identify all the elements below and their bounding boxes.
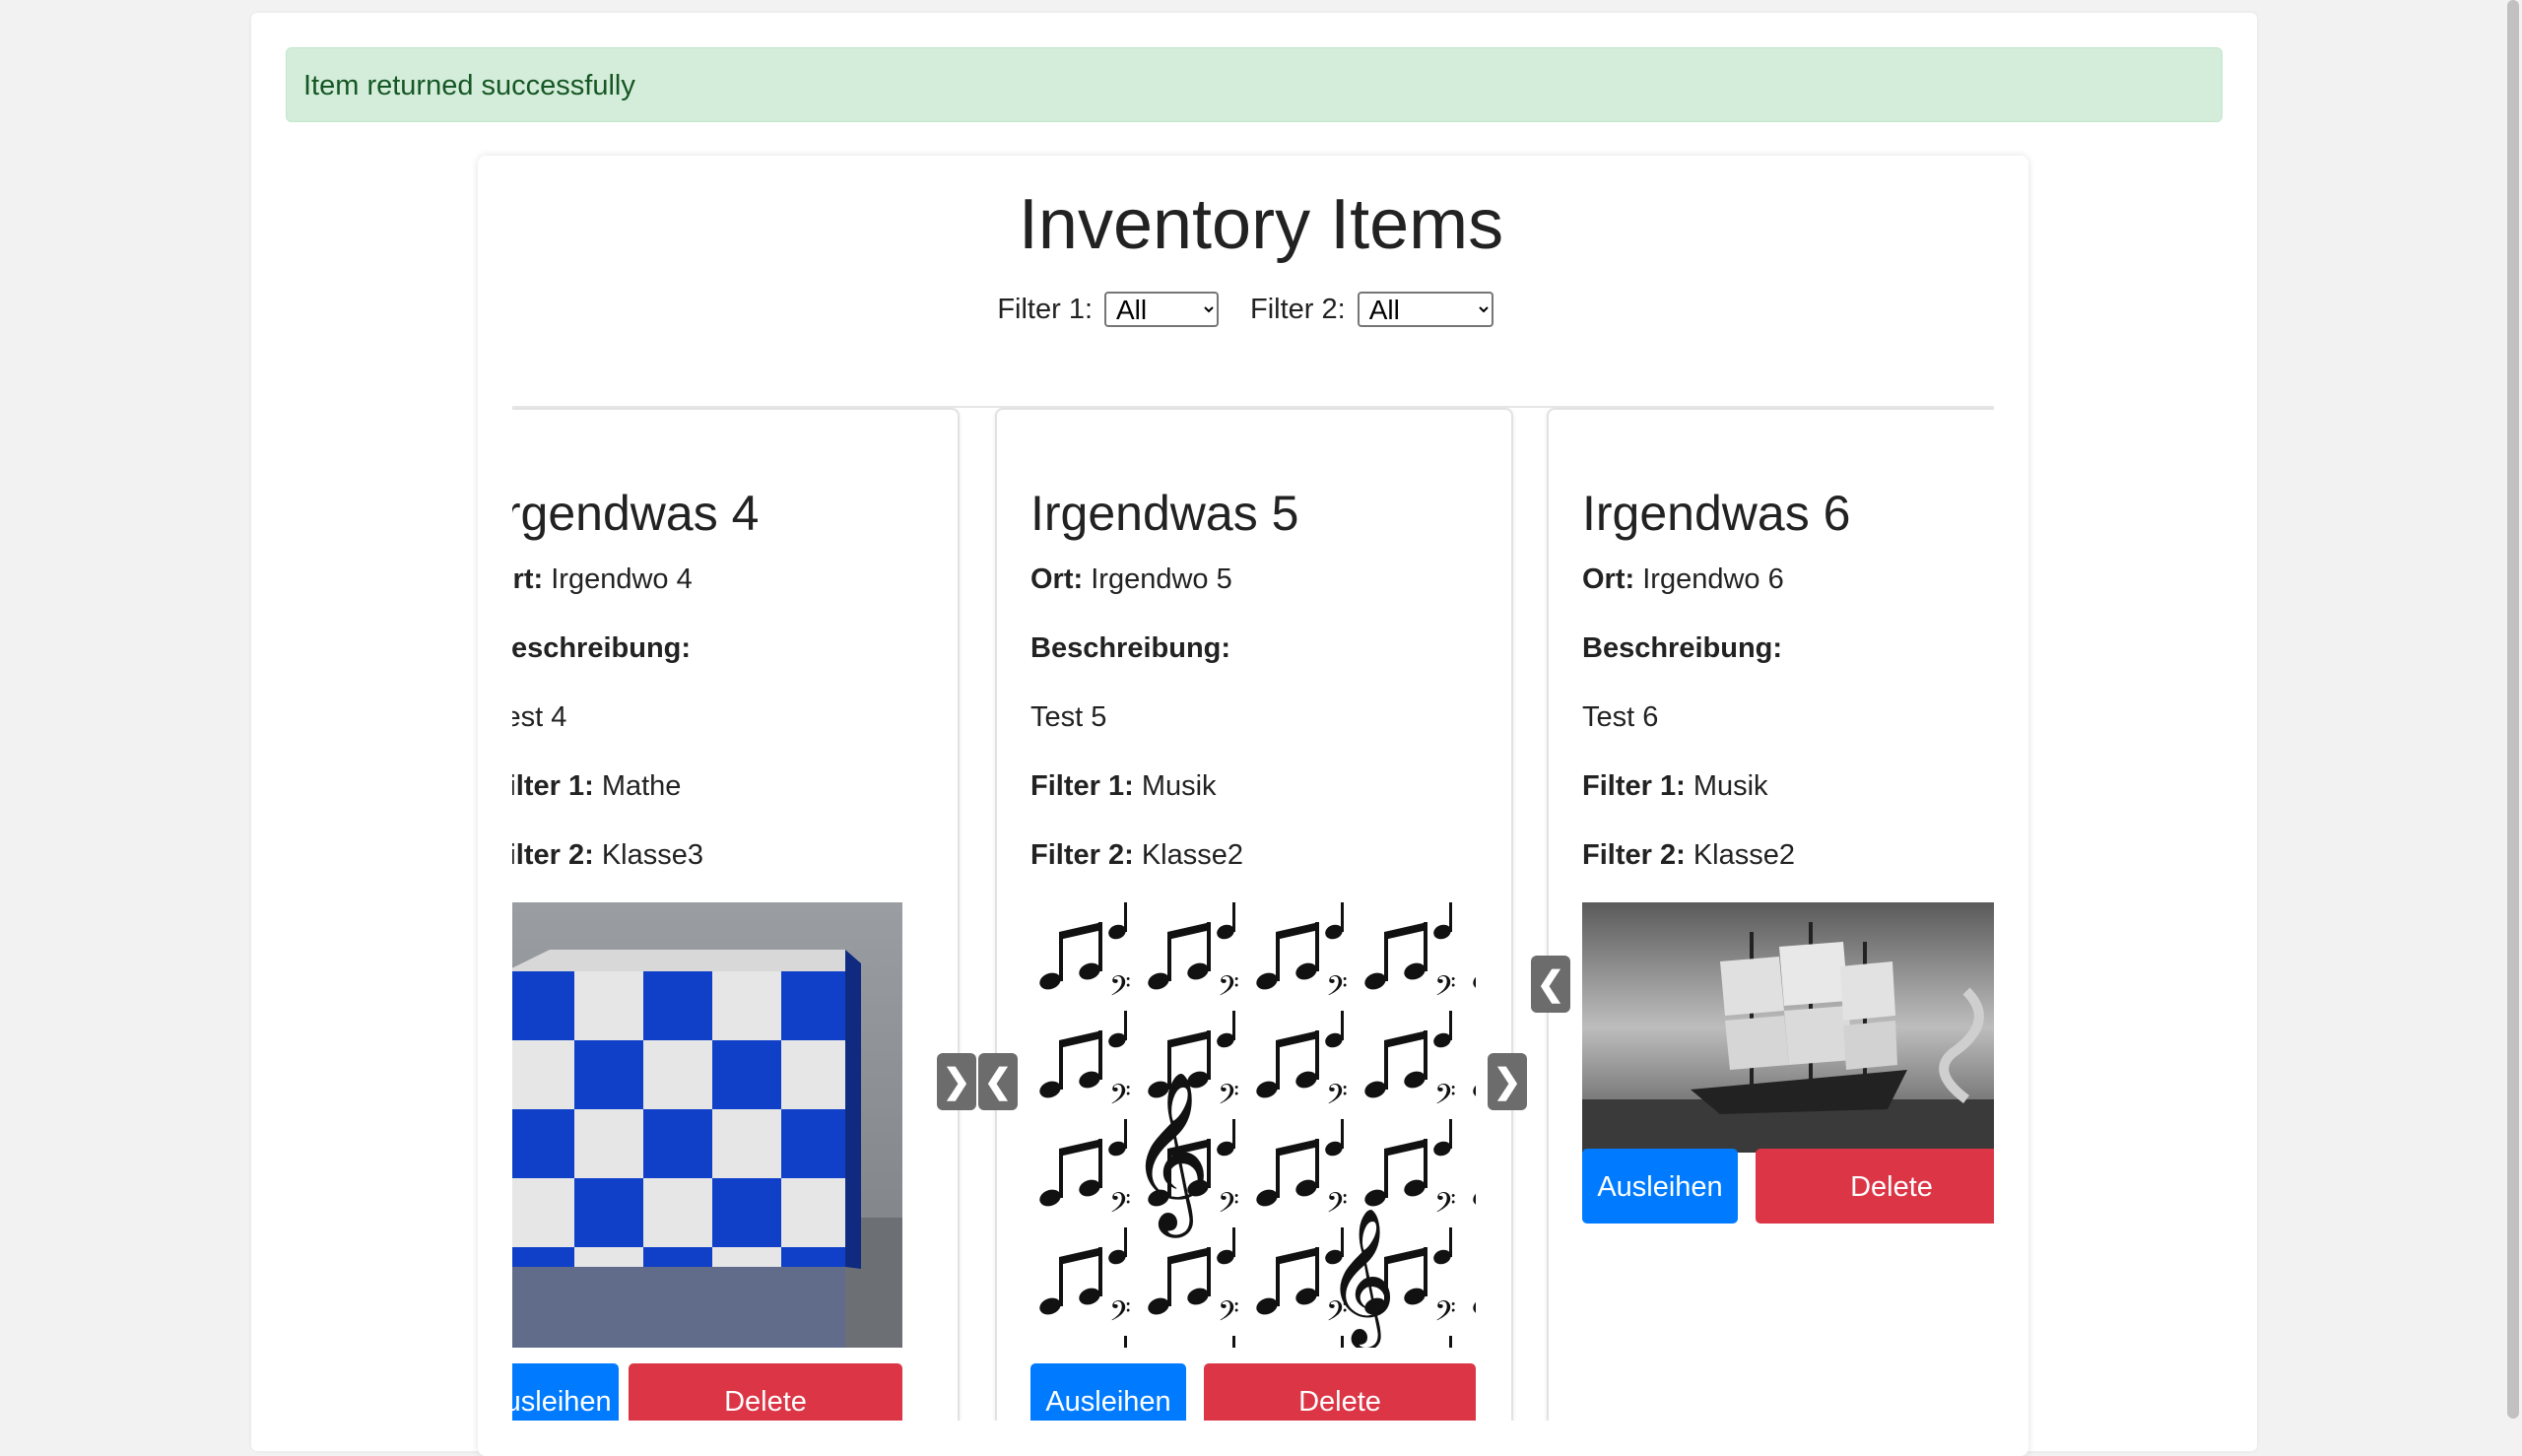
item-card: Irgendwas 4 Ort: Irgendwo 4 Beschreibung… [512,408,960,1421]
item-description: Test 5 [1030,701,1107,733]
item-description-label: Beschreibung: [1030,632,1231,664]
item-description-label: Beschreibung: [512,632,692,664]
item-filter2: Filter 2: Klasse3 [512,839,703,871]
delete-button[interactable]: Delete [629,1363,902,1421]
svg-text:𝄞: 𝄞 [1326,1208,1396,1348]
alert-message: Item returned successfully [303,70,635,101]
item-description-label: Beschreibung: [1582,632,1783,664]
scrollbar-thumb[interactable] [2507,0,2519,1419]
location-label: Ort: [512,563,544,595]
item-location: Ort: Irgendwo 5 [1030,563,1232,595]
item-location: Ort: Irgendwo 4 [512,565,693,594]
item-filter2: Filter 2: Klasse2 [1030,839,1243,871]
item-filter1: Filter 1: Musik [1030,770,1217,802]
item-filter1: Filter 1: Mathe [512,770,682,802]
filter-bar: Filter 1: All Filter 2: All [0,292,2522,327]
cube-image [512,902,902,1348]
filter1-label: Filter 1: [997,293,1093,325]
prev-arrow-button[interactable]: ❮ [1531,956,1570,1013]
filter1-select[interactable]: All [1104,292,1219,327]
success-alert: Item returned successfully [286,47,2223,122]
item-description: Test 6 [1582,701,1659,733]
item-title: Irgendwas 4 [512,486,760,541]
filter2-label: Filter 2: [1250,293,1346,325]
item-filter2: Filter 2: Klasse2 [1582,839,1795,871]
borrow-button[interactable]: Ausleihen [512,1363,619,1421]
item-description: Test 4 [512,701,567,733]
item-image [512,902,902,1348]
svg-text:𝄞: 𝄞 [1129,1071,1211,1238]
borrow-button[interactable]: Ausleihen [1030,1363,1186,1421]
item-location: Ort: Irgendwo 6 [1582,563,1784,595]
filter2-select[interactable]: All [1357,292,1493,327]
next-arrow-button[interactable]: ❯ [1488,1053,1527,1110]
item-card: Irgendwas 5 Ort: Irgendwo 5 Beschreibung… [995,408,1513,1421]
item-filter1: Filter 1: Musik [1582,770,1768,802]
borrow-button[interactable]: Ausleihen [1582,1149,1738,1224]
ship-image [1582,902,1994,1153]
music-notes-image: 𝄢 𝄞 𝄞 [1030,902,1476,1348]
item-title: Irgendwas 6 [1582,486,1851,541]
prev-arrow-button[interactable]: ❮ [978,1053,1018,1110]
item-image [1582,902,1994,1153]
next-arrow-button[interactable]: ❯ [937,1053,976,1110]
page-title: Inventory Items [1018,185,1504,264]
delete-button[interactable]: Delete [1204,1363,1476,1421]
carousel-viewport: Irgendwas 4 Ort: Irgendwo 4 Beschreibung… [512,406,1994,1421]
item-card: Irgendwas 6 Ort: Irgendwo 6 Beschreibung… [1547,408,1994,1421]
delete-button[interactable]: Delete [1756,1149,1994,1224]
scrollbar[interactable] [2504,0,2522,1419]
item-title: Irgendwas 5 [1030,486,1299,541]
item-image: 𝄢 𝄞 𝄞 [1030,902,1476,1348]
